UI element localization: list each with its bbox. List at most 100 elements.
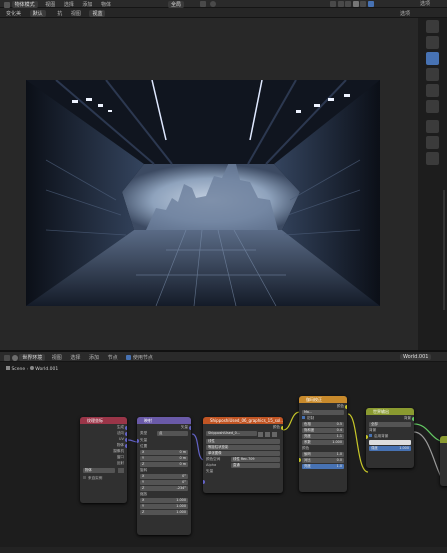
strength-field[interactable]: 强度 1.000: [369, 445, 411, 451]
menu-select[interactable]: 选择: [64, 1, 74, 8]
node-menu-select[interactable]: 选择: [70, 354, 80, 361]
image-browse-icon[interactable]: [258, 431, 263, 437]
socket[interactable]: [412, 417, 414, 421]
socket[interactable]: [125, 432, 127, 436]
node-texture-coordinate[interactable]: 纹理坐标 生成 法向 UV 物体 摄像机 窗口 反射 物体 来自实例: [80, 417, 127, 503]
node-texcoord-header[interactable]: 纹理坐标: [80, 417, 127, 424]
image-name-field[interactable]: ShipposhiUsed_0...: [206, 431, 257, 436]
location-y-field[interactable]: Y0 m: [140, 455, 188, 461]
snap-dropdown[interactable]: 视蓝: [89, 10, 106, 17]
annotate-icon[interactable]: [426, 120, 439, 133]
mapping-type-dropdown[interactable]: 点: [157, 431, 188, 436]
snap-icon[interactable]: [200, 1, 206, 7]
node-offscreen-right[interactable]: [440, 436, 447, 486]
node-image-header[interactable]: ShipposhiUsed_06_graphics_15_sol...001: [203, 417, 283, 424]
output-checkbox[interactable]: [369, 434, 372, 437]
use-nodes-checkbox[interactable]: [126, 355, 132, 360]
world-icon[interactable]: [11, 354, 18, 361]
gamma-field[interactable]: 伽玛 1.0: [302, 451, 344, 457]
shading-solid-icon[interactable]: [352, 1, 359, 7]
object-field[interactable]: 物体: [83, 468, 115, 473]
node-editor-icon[interactable]: [4, 354, 10, 361]
xray-icon[interactable]: [345, 1, 352, 7]
node-color-header[interactable]: 伽玛校正: [299, 396, 347, 403]
projection-dropdown[interactable]: 等距柱状投影: [206, 444, 280, 450]
socket[interactable]: [345, 405, 347, 409]
world-selector[interactable]: World.001: [400, 354, 432, 360]
cursor-icon[interactable]: [426, 20, 439, 33]
menu-object[interactable]: 物体: [101, 1, 111, 8]
menu-view[interactable]: 视图: [45, 1, 55, 8]
options-menu[interactable]: 选项: [420, 0, 430, 7]
output-mode-dropdown[interactable]: 全部: [369, 421, 411, 427]
from-instancer-row[interactable]: 来自实例: [80, 475, 127, 481]
view-menu[interactable]: 视图: [71, 10, 81, 17]
proportional-icon[interactable]: [210, 1, 216, 7]
socket[interactable]: [189, 426, 191, 430]
sub-options[interactable]: 选项: [400, 10, 410, 17]
colorspace-dropdown[interactable]: 线性 Rec.709: [231, 456, 280, 462]
add-cube-icon[interactable]: [426, 152, 439, 165]
eye-icon[interactable]: [330, 1, 336, 7]
saturation-field[interactable]: 饱和度 0.4: [302, 427, 344, 433]
node-editor-canvas[interactable]: Scene › World.001 纹理坐标 生成 法向 UV 物体 摄像机 窗…: [0, 362, 447, 553]
alpha-dropdown[interactable]: 直通: [231, 462, 280, 468]
hue-field[interactable]: 色相 0.5: [302, 421, 344, 427]
pivot-label[interactable]: 抗: [57, 10, 62, 17]
source-dropdown[interactable]: 单张图像: [206, 450, 280, 456]
scale-y-field[interactable]: Y 1.000: [140, 503, 188, 509]
node-mapping-header[interactable]: 映射: [137, 417, 191, 424]
scale-x-field[interactable]: X 1.000: [140, 497, 188, 503]
contrast-field[interactable]: 对比 0.0: [302, 457, 344, 463]
clamp-checkbox[interactable]: [302, 416, 305, 419]
output-color-swatch[interactable]: [369, 439, 411, 445]
node-output-header[interactable]: 世界输出: [366, 408, 414, 415]
rotation-x-field[interactable]: X 0°: [140, 473, 188, 479]
object-type-dropdown[interactable]: 世界环境: [19, 354, 46, 361]
shading-material-icon[interactable]: [360, 1, 367, 7]
socket[interactable]: [125, 426, 127, 430]
transform-orientation-dropdown[interactable]: 全局: [168, 1, 185, 8]
location-x-field[interactable]: X0 m: [140, 449, 188, 455]
node-world-output[interactable]: 世界输出 背景 全部 背景 启用背景 强度 1.000: [366, 408, 414, 468]
rotation-z-field[interactable]: Z -234°: [140, 485, 188, 491]
move-icon[interactable]: [426, 52, 439, 65]
3d-viewport[interactable]: [0, 18, 418, 350]
object-mode-dropdown[interactable]: 物体模式: [11, 1, 38, 8]
color-mode-dropdown[interactable]: Ma...: [302, 409, 344, 415]
socket[interactable]: [125, 438, 127, 442]
overlay-icons[interactable]: [330, 1, 374, 8]
node-menu-view[interactable]: 视图: [52, 354, 62, 361]
rotate-icon[interactable]: [426, 68, 439, 81]
rotation-y-field[interactable]: Y 0°: [140, 479, 188, 485]
image-new-icon[interactable]: [265, 431, 270, 437]
menu-add[interactable]: 添加: [82, 1, 92, 8]
interpolation-dropdown[interactable]: 线性: [206, 438, 280, 444]
factor-field[interactable]: 系数 1.000: [302, 439, 344, 445]
node-menu-node[interactable]: 节点: [108, 354, 118, 361]
transform-label[interactable]: 变化美: [6, 10, 21, 17]
node-environment-texture[interactable]: ShipposhiUsed_06_graphics_15_sol...001 颜…: [203, 417, 283, 493]
socket[interactable]: [281, 426, 283, 430]
socket[interactable]: [203, 480, 205, 484]
from-instancer-checkbox[interactable]: [83, 476, 86, 479]
overlay-icon[interactable]: [337, 1, 344, 7]
socket[interactable]: [125, 444, 127, 448]
measure-icon[interactable]: [426, 136, 439, 149]
mode-dropdown[interactable]: 默认: [29, 10, 46, 17]
value-field[interactable]: 亮度 1.1: [302, 433, 344, 439]
select-icon[interactable]: [426, 36, 439, 49]
bright-field[interactable]: 亮度 1.0: [302, 463, 344, 469]
node-color-adjust[interactable]: 伽玛校正 颜色 Ma... 钳制 色相 0.5 饱和度 0.4 亮度 1.1 系数 1.…: [299, 396, 347, 492]
node-menu-add[interactable]: 添加: [89, 354, 99, 361]
viewport-scrollbar[interactable]: [443, 190, 445, 310]
scale-z-field[interactable]: Z 1.000: [140, 509, 188, 515]
image-open-icon[interactable]: [272, 431, 277, 437]
transform-icon[interactable]: [426, 100, 439, 113]
scale-icon[interactable]: [426, 84, 439, 97]
node-mapping[interactable]: 映射 矢量 类型点 矢量 位置 X0 m Y0 m Z0 m 旋转 X 0° Y0…: [137, 417, 191, 535]
location-z-field[interactable]: Z0 m: [140, 461, 188, 467]
node-offscreen-header[interactable]: [440, 436, 447, 443]
3d-viewport-icon[interactable]: [4, 1, 10, 8]
shading-rendered-icon[interactable]: [367, 1, 374, 7]
